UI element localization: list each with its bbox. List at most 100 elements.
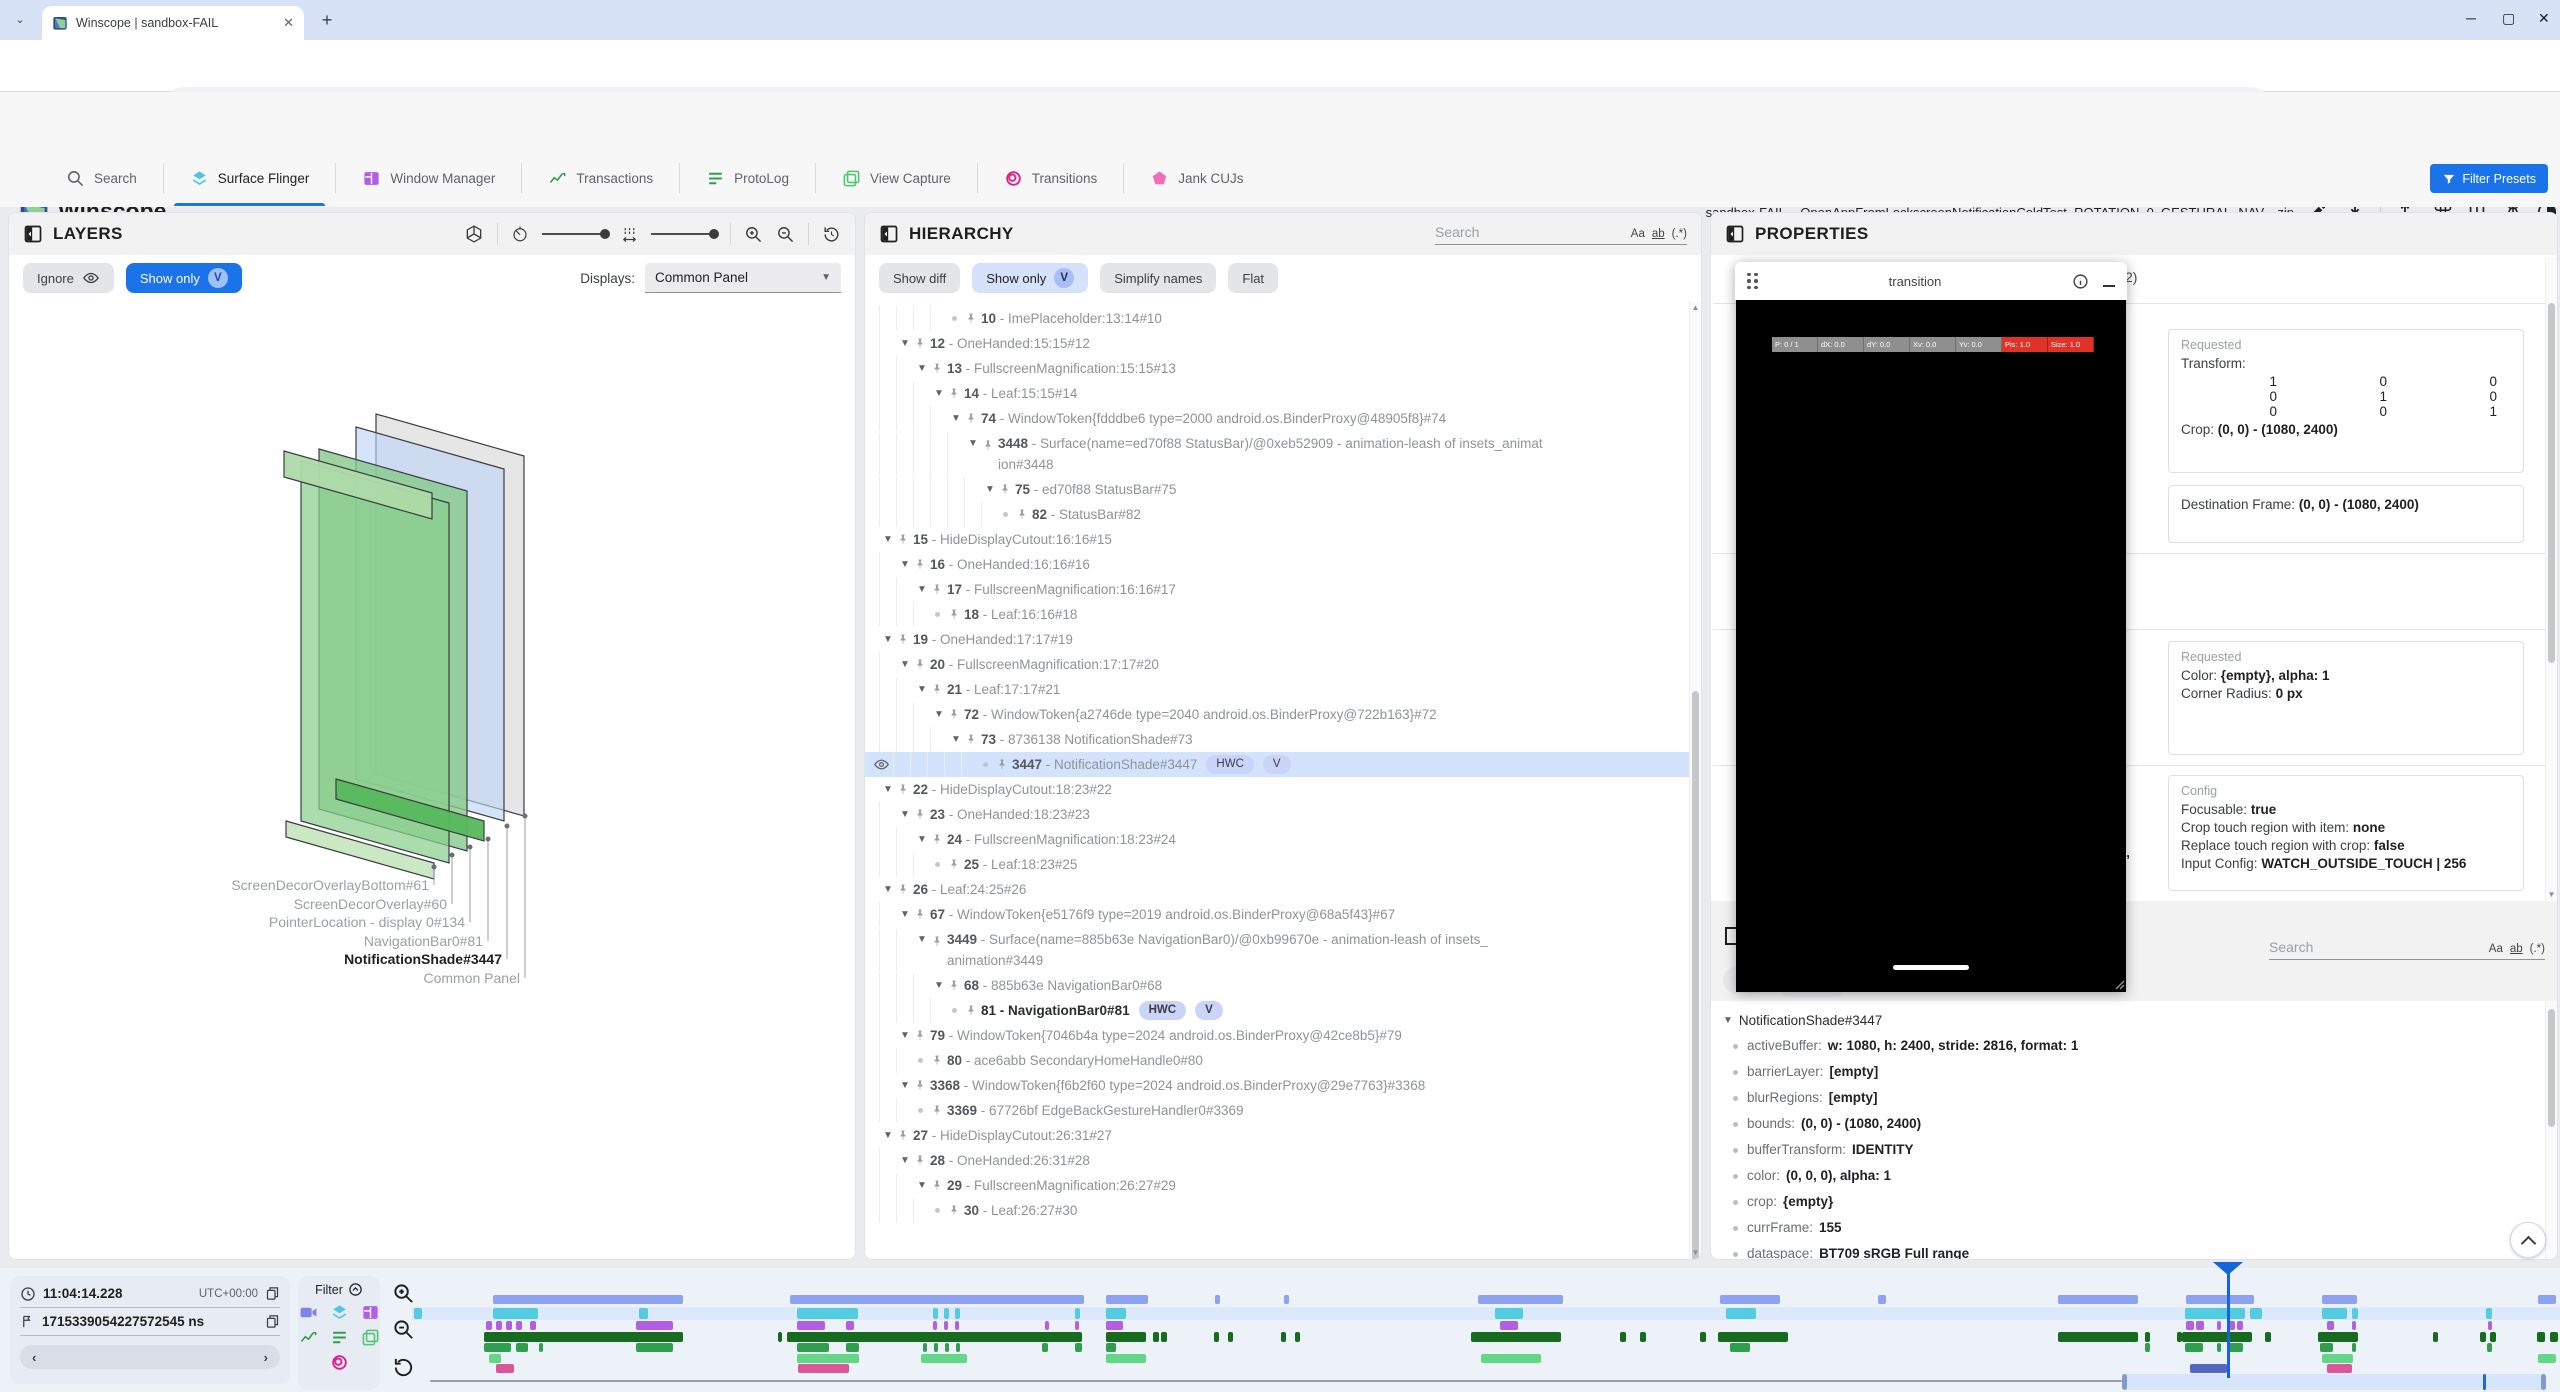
event-bar-window-manager[interactable] xyxy=(496,1321,502,1330)
layer-label-1[interactable]: ScreenDecorOverlay#60 xyxy=(294,896,448,912)
frame-step-control[interactable]: ‹ › xyxy=(20,1345,280,1369)
event-bar-surface-flinger[interactable] xyxy=(639,1308,648,1319)
event-bar-transactions[interactable] xyxy=(2480,1332,2486,1342)
expand-arrow-icon[interactable]: ▼ xyxy=(896,802,914,827)
pin-icon[interactable] xyxy=(931,1173,947,1192)
tree-node-22[interactable]: ▼22 - HideDisplayCutout:18:23#22 xyxy=(865,777,1689,802)
tree-node-25[interactable]: 25 - Leaf:18:23#25 xyxy=(865,852,1689,877)
pin-icon[interactable] xyxy=(1016,502,1032,521)
property-barrierLayer[interactable]: barrierLayer:[empty] xyxy=(1711,1059,2557,1085)
tree-node-75[interactable]: ▼75 - ed70f88 StatusBar#75 xyxy=(865,477,1689,502)
pin-icon[interactable] xyxy=(965,306,981,325)
property-activeBuffer[interactable]: activeBuffer:w: 1080, h: 2400, stride: 2… xyxy=(1711,1033,2557,1059)
event-bar-transactions[interactable] xyxy=(1106,1332,1146,1342)
minimap-rail[interactable] xyxy=(430,1380,2122,1382)
expand-arrow-icon[interactable]: ▼ xyxy=(930,973,948,998)
pin-icon[interactable] xyxy=(897,627,913,646)
expand-arrow-icon[interactable]: ▼ xyxy=(896,1148,914,1173)
timeline-zoom-in-icon[interactable] xyxy=(392,1282,418,1308)
event-bar-window-manager[interactable] xyxy=(1045,1321,1049,1330)
pin-icon[interactable] xyxy=(948,381,964,400)
tree-node-81[interactable]: 81 - NavigationBar0#81HWCV xyxy=(865,998,1689,1023)
pin-icon[interactable] xyxy=(965,406,981,425)
pin-icon[interactable] xyxy=(948,973,964,992)
event-bar-protolog[interactable] xyxy=(797,1343,829,1352)
current-timestamp-ns[interactable]: 1715339054227572545 ns xyxy=(42,1314,204,1329)
pin-icon[interactable] xyxy=(931,677,947,696)
event-bar-screen-recording[interactable] xyxy=(790,1295,1084,1304)
event-bar-protolog[interactable] xyxy=(2145,1343,2150,1352)
property-bounds[interactable]: bounds:(0, 0) - (1080, 2400) xyxy=(1711,1111,2557,1137)
event-bar-screen-recording[interactable] xyxy=(2058,1295,2138,1304)
pin-icon[interactable] xyxy=(914,552,930,571)
event-bar-surface-flinger[interactable] xyxy=(493,1308,538,1319)
event-bar-protolog[interactable] xyxy=(2487,1343,2492,1352)
tree-node-67[interactable]: ▼67 - WindowToken{e5176f9 type=2019 andr… xyxy=(865,902,1689,927)
event-bar-window-manager[interactable] xyxy=(1500,1321,1518,1330)
expand-arrow-icon[interactable]: ▼ xyxy=(930,702,948,727)
event-bar-transitions[interactable] xyxy=(496,1364,514,1373)
event-bar-window-manager[interactable] xyxy=(506,1321,512,1330)
event-bar-screen-recording[interactable] xyxy=(1106,1295,1148,1304)
event-bar-surface-flinger[interactable] xyxy=(955,1308,960,1319)
expand-collapse-button[interactable] xyxy=(2510,1222,2546,1258)
event-bar-window-manager[interactable] xyxy=(530,1321,536,1330)
event-bar-surface-flinger[interactable] xyxy=(2185,1308,2245,1319)
event-bar-surface-flinger[interactable] xyxy=(2322,1308,2347,1319)
new-tab-button[interactable]: + xyxy=(316,9,338,31)
tree-node-3449[interactable]: ▼3449 - Surface(name=885b63e NavigationB… xyxy=(865,927,1689,973)
event-bar-window-manager[interactable] xyxy=(2352,1321,2356,1330)
pin-icon[interactable] xyxy=(931,929,947,948)
event-bar-window-manager[interactable] xyxy=(2488,1321,2492,1330)
filter-protolog-icon[interactable] xyxy=(330,1328,349,1347)
event-bar-screen-recording[interactable] xyxy=(2538,1295,2556,1304)
event-bar-view-capture[interactable] xyxy=(921,1354,967,1363)
event-bar-protolog[interactable] xyxy=(2185,1343,2203,1352)
pin-icon[interactable] xyxy=(999,477,1015,496)
event-bar-protolog[interactable] xyxy=(923,1343,927,1352)
layer-label-2[interactable]: PointerLocation - display 0#134 xyxy=(269,914,465,930)
event-bar-window-manager[interactable] xyxy=(486,1321,492,1330)
tree-node-72[interactable]: ▼72 - WindowToken{a2746de type=2040 andr… xyxy=(865,702,1689,727)
prev-frame-icon[interactable]: ‹ xyxy=(32,1350,36,1365)
pin-icon[interactable] xyxy=(897,527,913,546)
tree-node-21[interactable]: ▼21 - Leaf:17:17#21 xyxy=(865,677,1689,702)
expand-arrow-icon[interactable]: ▼ xyxy=(896,1073,914,1098)
event-bar-protolog[interactable] xyxy=(846,1343,859,1352)
event-bar-surface-flinger[interactable] xyxy=(933,1308,938,1319)
event-bar-protolog[interactable] xyxy=(1075,1343,1082,1352)
event-bar-window-manager[interactable] xyxy=(846,1321,854,1330)
event-bar-screen-recording[interactable] xyxy=(2322,1295,2357,1304)
event-bar-transactions[interactable] xyxy=(1718,1332,1788,1342)
filter-transitions-icon[interactable] xyxy=(330,1353,349,1372)
event-bar-protolog[interactable] xyxy=(539,1343,543,1352)
tab-close-icon[interactable]: ✕ xyxy=(283,15,294,31)
pin-icon[interactable] xyxy=(931,577,947,596)
spacing-slider[interactable] xyxy=(651,233,717,235)
collapse-filter-icon[interactable] xyxy=(348,1282,363,1297)
event-bar-transactions[interactable] xyxy=(1620,1332,1626,1342)
tree-node-19[interactable]: ▼19 - OneHanded:17:17#19 xyxy=(865,627,1689,652)
pin-icon[interactable] xyxy=(914,1073,930,1092)
property-blurRegions[interactable]: blurRegions:[empty] xyxy=(1711,1085,2557,1111)
layer-spacing-icon[interactable] xyxy=(621,226,638,243)
event-bar-surface-flinger[interactable] xyxy=(797,1308,858,1319)
tab-view-capture[interactable]: View Capture xyxy=(816,150,977,206)
pin-icon[interactable] xyxy=(948,602,964,621)
timeline-reset-zoom-icon[interactable] xyxy=(392,1356,418,1382)
tree-node-73[interactable]: ▼73 - 8736138 NotificationShade#73 xyxy=(865,727,1689,752)
collapse-panel-icon[interactable] xyxy=(879,224,899,244)
event-bar-window-manager[interactable] xyxy=(944,1321,948,1330)
tab-search[interactable]: Search xyxy=(40,150,163,206)
window-minimize-icon[interactable]: ─ xyxy=(2466,10,2476,26)
property-currFrame[interactable]: currFrame:155 xyxy=(1711,1215,2557,1241)
expand-arrow-icon[interactable]: ▼ xyxy=(896,902,914,927)
tree-node-20[interactable]: ▼20 - FullscreenMagnification:17:17#20 xyxy=(865,652,1689,677)
resize-handle-icon[interactable] xyxy=(2111,976,2125,990)
event-bar-surface-flinger[interactable] xyxy=(1726,1308,1756,1319)
displays-select[interactable]: Common Panel ▼ xyxy=(645,263,841,293)
transition-overlay-window[interactable]: transition P: 0 / 1dX: 0.0dY: 0.0Xv: 0.0… xyxy=(1735,262,2127,992)
expand-arrow-icon[interactable]: ▼ xyxy=(913,827,931,852)
tab-transactions[interactable]: Transactions xyxy=(522,150,679,206)
overlay-title-bar[interactable]: transition xyxy=(1735,262,2127,300)
